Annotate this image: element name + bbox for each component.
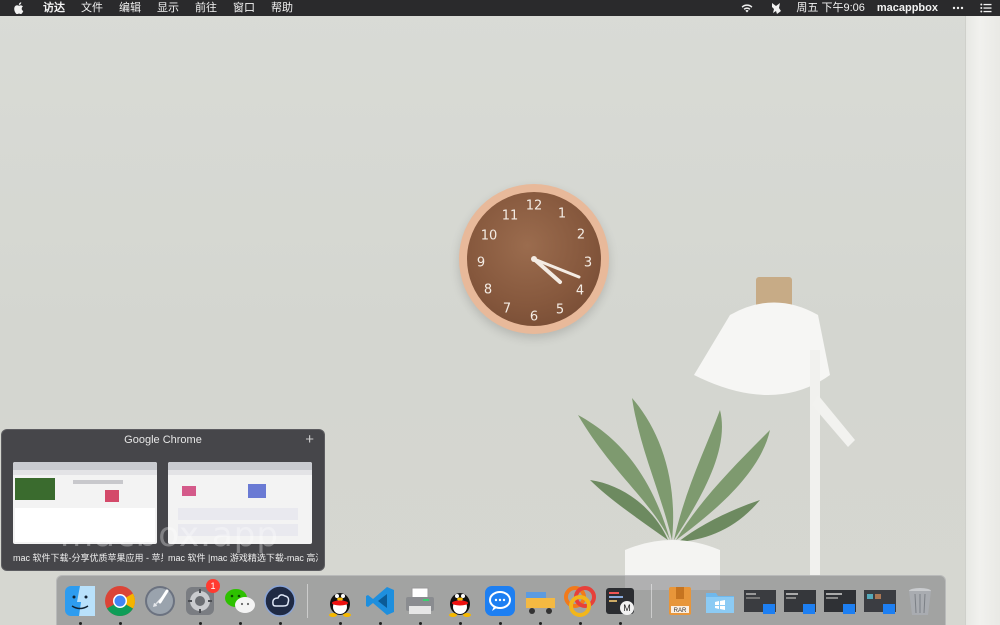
transmit-icon[interactable] [523,584,557,618]
rar-archive-icon[interactable]: RAR [663,584,697,618]
markdown-editor-icon[interactable]: M [603,584,637,618]
system-preferences-icon[interactable]: 1 [183,579,220,618]
menubar-user[interactable]: macappbox [871,0,944,16]
trash-icon[interactable] [903,584,937,618]
dock: 1 M RAR [56,575,946,625]
menu-help[interactable]: 帮助 [263,0,301,16]
notification-center-icon[interactable] [972,0,1000,16]
growl-icon[interactable] [762,0,790,16]
folder-icon[interactable] [703,584,737,618]
lamp-decoration [694,277,855,575]
menu-window[interactable]: 窗口 [225,0,263,16]
menu-edit[interactable]: 编辑 [111,0,149,16]
chat-app-icon[interactable] [483,584,517,618]
wechat-icon[interactable] [223,584,257,618]
dock-separator [651,584,652,618]
qq-icon[interactable] [443,584,477,618]
apple-menu-icon[interactable] [13,2,25,14]
minimized-window-thumbnail[interactable] [823,584,857,618]
clock-hands [531,256,581,284]
more-icon[interactable] [944,0,972,16]
desktop: 访达 文件 编辑 显示 前往 窗口 帮助 周五 下午9:06 macappbox [0,0,1000,625]
wall-edge [965,16,1000,625]
colorful-app-icon[interactable] [563,584,597,618]
printer-icon[interactable] [403,584,437,618]
chrome-icon[interactable] [103,584,137,618]
watermark: macbox.app [60,515,279,555]
popover-title: Google Chrome [124,434,202,446]
minimized-window-thumbnail[interactable] [743,584,777,618]
notification-badge: 1 [206,579,220,593]
wall-clock: 12 1 2 3 4 5 6 7 8 9 10 11 [459,184,609,334]
menu-app-name[interactable]: 访达 [35,0,73,16]
minimized-window-thumbnail[interactable] [863,584,897,618]
svg-text:RAR: RAR [674,608,687,614]
menu-view[interactable]: 显示 [149,0,187,16]
new-window-button[interactable]: + [305,431,314,448]
launchpad-icon[interactable] [143,584,177,618]
clock-face: 12 1 2 3 4 5 6 7 8 9 10 11 [467,192,601,326]
finder-icon[interactable] [63,584,97,618]
menu-go[interactable]: 前往 [187,0,225,16]
wifi-icon[interactable] [732,0,762,16]
minimized-window-thumbnail[interactable] [783,584,817,618]
menu-file[interactable]: 文件 [73,0,111,16]
menubar-clock[interactable]: 周五 下午9:06 [790,0,870,16]
cloud-app-icon[interactable] [263,584,297,618]
svg-text:M: M [623,603,631,613]
menu-bar: 访达 文件 编辑 显示 前往 窗口 帮助 周五 下午9:06 macappbox [0,0,1000,16]
dock-separator [307,584,308,618]
qq-icon[interactable] [323,584,357,618]
vscode-icon[interactable] [363,584,397,618]
